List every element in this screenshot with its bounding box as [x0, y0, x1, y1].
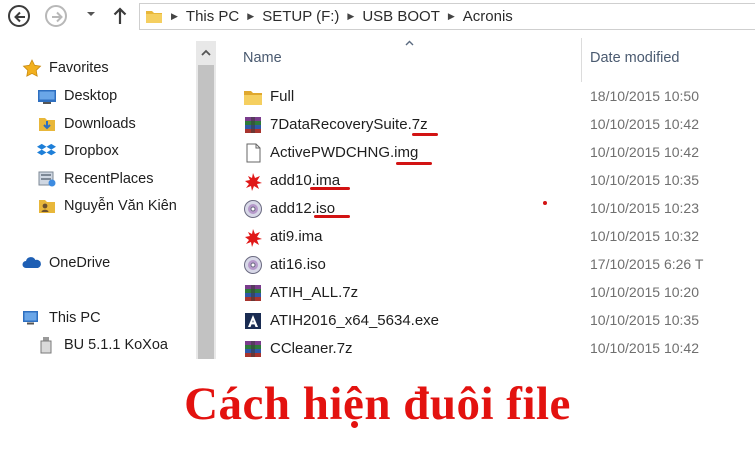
table-row[interactable]: add10.ima 10/10/2015 10:35 [240, 168, 755, 194]
file-date-modified: 10/10/2015 10:32 [590, 228, 699, 244]
usb-drive-icon [40, 337, 52, 354]
scrollbar-thumb[interactable] [198, 65, 214, 359]
table-row[interactable]: Full 18/10/2015 10:50 [240, 84, 755, 110]
iso-disc-icon [243, 199, 263, 219]
annotation-underline [310, 187, 350, 190]
nav-this-pc-label: This PC [49, 310, 101, 326]
file-name: ATIH2016_x64_5634.exe [270, 312, 440, 329]
breadcrumb-setup-drive[interactable]: SETUP (F:) [257, 8, 344, 25]
annotation-underline [412, 133, 438, 136]
table-row[interactable]: ATIH2016_x64_5634.exe 10/10/2015 10:35 [240, 308, 755, 334]
chevron-up-icon[interactable] [201, 49, 211, 56]
breadcrumb-separator-icon: ▶ [447, 11, 455, 21]
caption-title: Cách hiện đuôi file [184, 378, 571, 430]
address-bar: ▶ This PC ▶ SETUP (F:) ▶ USB BOOT ▶ Acro… [0, 0, 755, 34]
nav-item-label: Nguyễn Văn Kiên [64, 198, 177, 214]
column-header-date-modified[interactable]: Date modified [590, 50, 679, 66]
nav-item-desktop[interactable]: Desktop [37, 87, 117, 105]
file-date-modified: 10/10/2015 10:42 [590, 340, 699, 356]
nav-item-user-folder[interactable]: Nguyễn Văn Kiên [37, 197, 177, 215]
nav-item-label: Dropbox [64, 143, 119, 159]
column-header-name[interactable]: Name [243, 50, 282, 66]
file-name: ati16.iso [270, 256, 326, 273]
cloud-icon [22, 257, 41, 268]
user-folder-icon [39, 200, 55, 213]
annotation-underline [314, 215, 350, 218]
table-row[interactable]: ati16.iso 17/10/2015 6:26 T [240, 252, 755, 278]
file-name: 7DataRecoverySuite.7z [270, 116, 428, 133]
breadcrumb-separator-icon: ▶ [247, 11, 255, 21]
floppy-image-icon [243, 171, 263, 191]
breadcrumb-this-pc[interactable]: This PC [181, 8, 244, 25]
dropbox-icon [37, 143, 56, 156]
floppy-image-icon [243, 227, 263, 247]
forward-button[interactable] [45, 5, 67, 27]
computer-icon [23, 311, 38, 325]
file-date-modified: 17/10/2015 6:26 T [590, 256, 704, 272]
file-name: CCleaner.7z [270, 340, 353, 357]
file-date-modified: 10/10/2015 10:23 [590, 200, 699, 216]
nav-item-label: Desktop [64, 88, 118, 104]
arrow-left-icon [14, 11, 25, 23]
column-divider[interactable] [581, 38, 582, 82]
table-row[interactable]: add12.iso 10/10/2015 10:23 [240, 196, 755, 222]
archive-icon [243, 115, 263, 135]
navigation-pane: Favorites Desktop Downloads Dropbox Rece… [0, 38, 218, 360]
file-date-modified: 10/10/2015 10:35 [590, 312, 699, 328]
table-row[interactable]: ati9.ima 10/10/2015 10:32 [240, 224, 755, 250]
nav-item-dropbox[interactable]: Dropbox [37, 142, 119, 160]
file-date-modified: 10/10/2015 10:35 [590, 172, 699, 188]
annotation-dot [543, 201, 547, 205]
nav-favorites[interactable]: Favorites [22, 59, 109, 77]
recent-locations-dropdown[interactable] [86, 10, 96, 18]
back-button[interactable] [8, 5, 30, 27]
arrow-right-icon [52, 11, 63, 23]
acronis-exe-icon [243, 311, 263, 331]
file-date-modified: 10/10/2015 10:42 [590, 144, 699, 160]
archive-icon [243, 339, 263, 359]
breadcrumb: ▶ This PC ▶ SETUP (F:) ▶ USB BOOT ▶ Acro… [168, 4, 518, 29]
file-date-modified: 18/10/2015 10:50 [590, 88, 699, 104]
up-level-button[interactable] [112, 6, 128, 26]
nav-favorites-label: Favorites [49, 60, 109, 76]
table-row[interactable]: CCleaner.7z 10/10/2015 10:42 [240, 336, 755, 362]
nav-item-label: BU 5.1.1 KoXoa [64, 337, 168, 353]
sort-ascending-icon [405, 40, 414, 46]
path-box[interactable]: ▶ This PC ▶ SETUP (F:) ▶ USB BOOT ▶ Acro… [139, 3, 755, 30]
folder-icon [243, 87, 263, 107]
nav-onedrive-label: OneDrive [49, 255, 111, 271]
nav-this-pc[interactable]: This PC [22, 309, 101, 327]
breadcrumb-usb-boot[interactable]: USB BOOT [357, 8, 445, 25]
nav-item-downloads[interactable]: Downloads [37, 115, 136, 133]
file-date-modified: 10/10/2015 10:20 [590, 284, 699, 300]
breadcrumb-separator-icon: ▶ [347, 11, 355, 21]
desktop-icon [38, 90, 56, 104]
downloads-icon [39, 118, 55, 131]
table-row[interactable]: 7DataRecoverySuite.7z 10/10/2015 10:42 [240, 112, 755, 138]
file-name: ATIH_ALL.7z [270, 284, 359, 301]
breadcrumb-separator-icon: ▶ [171, 11, 178, 21]
table-row[interactable]: ActivePWDCHNG.img 10/10/2015 10:42 [240, 140, 755, 166]
file-name: ati9.ima [270, 228, 323, 245]
folder-icon [146, 11, 162, 23]
disk-image-icon [243, 143, 263, 163]
star-icon [22, 59, 42, 77]
recent-places-icon [38, 171, 56, 187]
nav-item-label: Downloads [64, 116, 136, 132]
nav-item-recentplaces[interactable]: RecentPlaces [37, 170, 153, 188]
nav-pane-scrollbar[interactable] [196, 41, 216, 359]
nav-item-usb-drive[interactable]: BU 5.1.1 KoXoa [37, 336, 168, 354]
nav-item-label: RecentPlaces [64, 171, 154, 187]
archive-icon [243, 283, 263, 303]
file-date-modified: 10/10/2015 10:42 [590, 116, 699, 132]
file-name: Full [270, 88, 295, 105]
table-row[interactable]: ATIH_ALL.7z 10/10/2015 10:20 [240, 280, 755, 306]
file-name: ActivePWDCHNG.img [270, 144, 419, 161]
breadcrumb-acronis[interactable]: Acronis [458, 8, 518, 25]
column-header-row: Name Date modified [226, 38, 755, 82]
nav-onedrive[interactable]: OneDrive [22, 254, 110, 272]
iso-disc-icon [243, 255, 263, 275]
annotation-underline [396, 162, 432, 165]
